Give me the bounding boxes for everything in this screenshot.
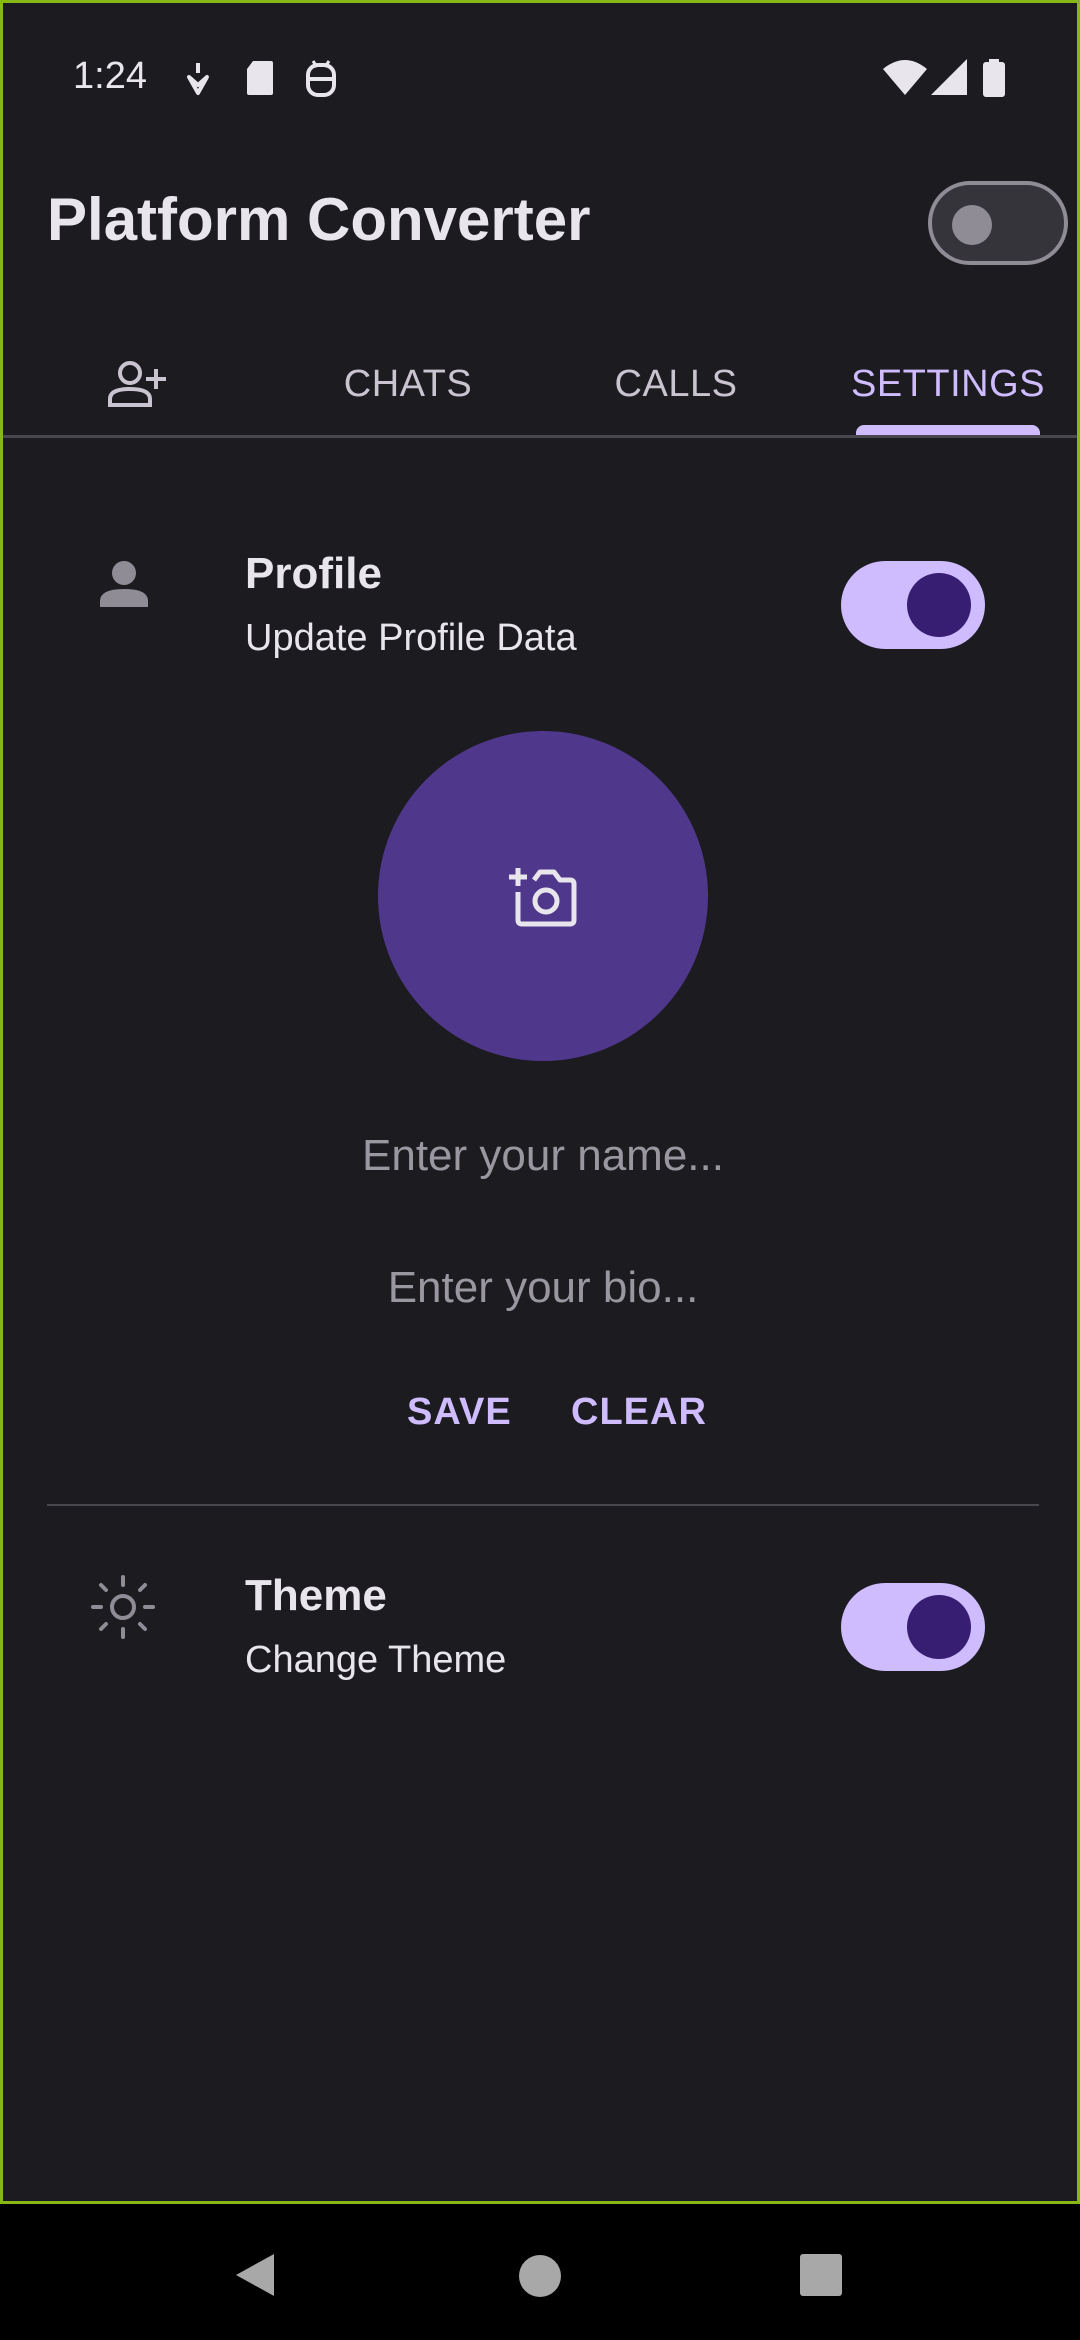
battery-icon [983, 59, 1005, 97]
name-input[interactable]: Enter your name... [3, 1131, 1077, 1181]
back-icon[interactable] [234, 2252, 276, 2298]
add-person-icon [108, 361, 166, 407]
notification-icon [187, 63, 209, 95]
wifi-icon [883, 60, 927, 95]
theme-toggle-knob [907, 1595, 971, 1659]
navigation-bar [0, 2204, 1080, 2340]
tab-settings[interactable]: SETTINGS [851, 333, 1045, 435]
theme-toggle[interactable] [841, 1583, 985, 1671]
platform-toggle-knob [952, 205, 992, 245]
save-button[interactable]: SAVE [407, 1391, 512, 1434]
tab-calls[interactable]: CALLS [581, 333, 771, 435]
recents-icon[interactable] [800, 2254, 842, 2296]
bio-input[interactable]: Enter your bio... [3, 1263, 1077, 1313]
theme-title: Theme [245, 1571, 387, 1620]
profile-subtitle: Update Profile Data [245, 617, 577, 659]
robot-icon [306, 60, 336, 97]
signal-icon [931, 59, 967, 95]
status-time: 1:24 [73, 55, 147, 97]
clear-button[interactable]: CLEAR [571, 1391, 707, 1434]
tab-chats[interactable]: CHATS [313, 333, 503, 435]
theme-subtitle: Change Theme [245, 1639, 507, 1681]
profile-photo-button[interactable] [378, 731, 708, 1061]
profile-toggle-knob [907, 573, 971, 637]
profile-title: Profile [245, 549, 382, 598]
status-bar: 1:24 [3, 3, 1077, 153]
sun-icon [91, 1575, 155, 1639]
sd-card-icon [247, 61, 273, 95]
tab-add-contact[interactable] [43, 333, 233, 435]
profile-toggle[interactable] [841, 561, 985, 649]
section-divider [47, 1504, 1039, 1506]
active-tab-indicator [856, 425, 1040, 435]
add-photo-icon [509, 868, 577, 927]
app-screen: 1:24 Platform Converter CHATS CALLS SETT… [0, 0, 1080, 2204]
tab-bar: CHATS CALLS SETTINGS [3, 333, 1077, 438]
person-icon [100, 561, 148, 607]
platform-toggle[interactable] [928, 181, 1068, 265]
app-title: Platform Converter [47, 186, 591, 253]
home-icon[interactable] [518, 2254, 562, 2298]
